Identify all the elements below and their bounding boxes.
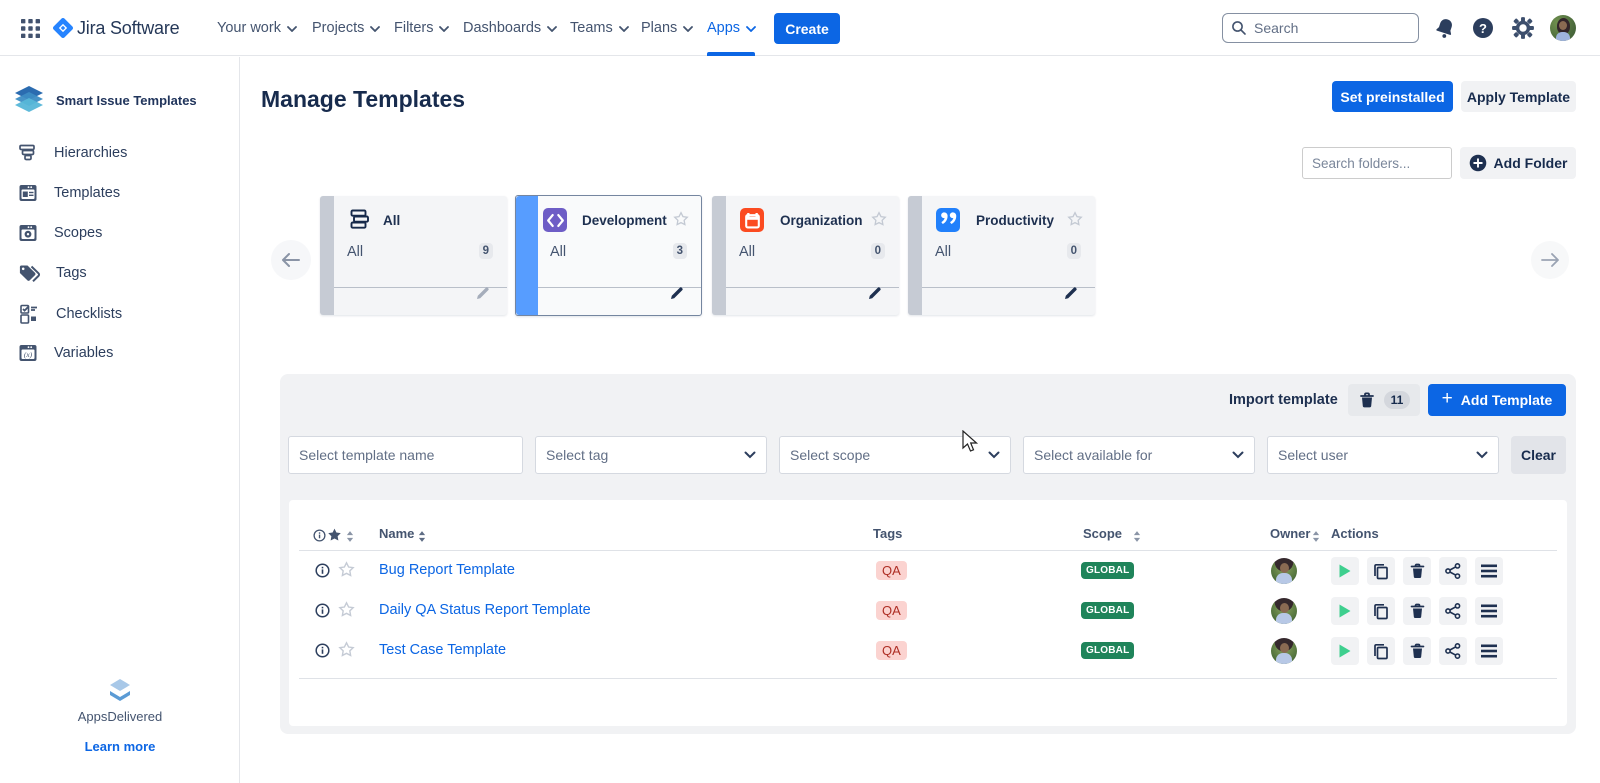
svg-text:(x): (x) bbox=[24, 350, 33, 359]
svg-text:?: ? bbox=[1479, 21, 1487, 36]
